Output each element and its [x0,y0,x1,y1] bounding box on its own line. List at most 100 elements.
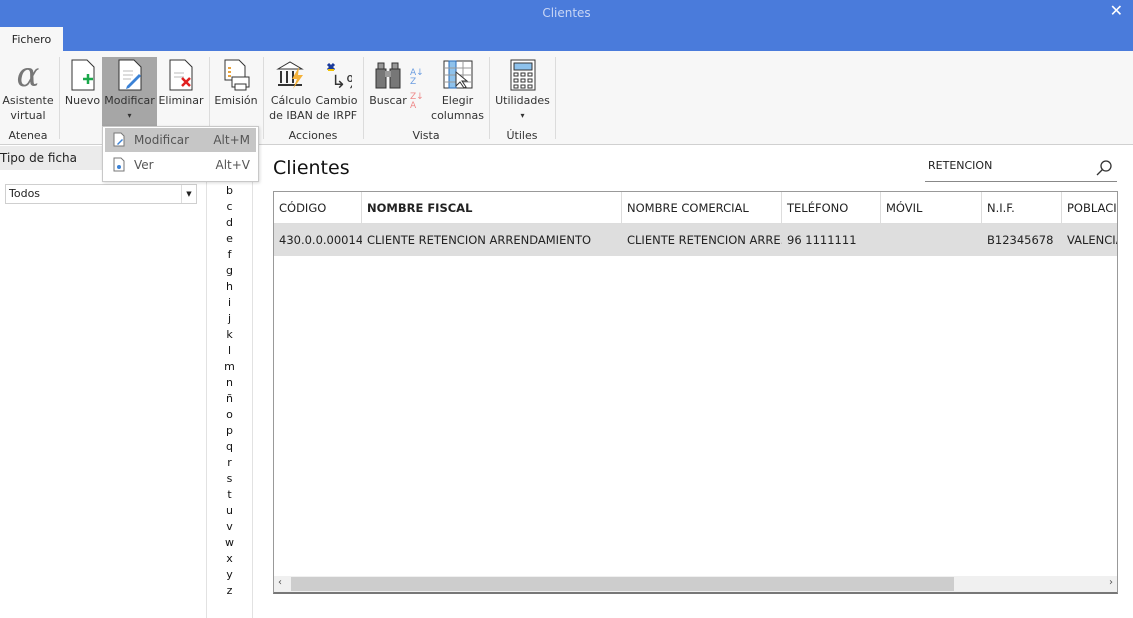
column-header[interactable]: TELÉFONO [782,192,881,224]
label: columnas [431,109,484,122]
letter-x[interactable]: x [207,552,252,565]
search-value: RETENCION [928,159,993,172]
bank-icon [268,57,314,93]
elegir-columnas-button[interactable]: Elegir columnas [430,57,485,126]
letter-f[interactable]: f [207,248,252,261]
column-header[interactable]: MÓVIL [881,192,982,224]
label: Utilidades [495,94,550,107]
letter-q[interactable]: q [207,440,252,453]
calculator-icon [493,57,552,93]
calculo-iban-button[interactable]: Cálculo de IBAN [268,57,314,126]
column-header[interactable]: CÓDIGO [274,192,362,224]
letter-r[interactable]: r [207,456,252,469]
letter-b[interactable]: b [207,184,252,197]
letter-i[interactable]: i [207,296,252,309]
table-row[interactable]: 430.0.0.00014 CLIENTE RETENCION ARRENDAMI… [274,224,1117,256]
new-document-icon [64,57,101,93]
letter-e[interactable]: e [207,232,252,245]
shortcut: Alt+V [215,158,250,172]
letter-p[interactable]: p [207,424,252,437]
label: Cálculo [270,94,312,107]
column-header[interactable]: NOMBRE FISCAL [362,192,622,224]
letter-n[interactable]: n [207,376,252,389]
table-cell: CLIENTE RETENCION ARRENDAMIENTO [367,233,592,247]
column-header[interactable]: N.I.F. [982,192,1062,224]
letter-z[interactable]: z [207,584,252,597]
letter-v[interactable]: v [207,520,252,533]
horizontal-scrollbar[interactable]: ‹ › [274,576,1117,592]
column-header[interactable]: NOMBRE COMERCIAL [622,192,782,224]
columns-icon [430,57,485,93]
column-header[interactable]: POBLACIÓN [1062,192,1117,224]
letter-h[interactable]: h [207,280,252,293]
label: Eliminar [158,94,204,107]
modificar-button[interactable]: Modificar ▾ [102,57,157,126]
table-header: CÓDIGO NOMBRE FISCAL NOMBRE COMERCIAL TELÉF… [274,192,1117,224]
label: Modificar [104,94,155,107]
chevron-down-icon: ▾ [127,111,132,120]
letter-g[interactable]: g [207,264,252,277]
label: Asistente [2,94,54,107]
modificar-dropdown-menu: Modificar Alt+M Ver Alt+V [102,126,259,182]
letter-ñ[interactable]: ñ [207,392,252,405]
scroll-left-icon[interactable]: ‹ [278,577,282,588]
alpha-icon: α [16,54,40,95]
asistente-virtual-button[interactable]: α Asistente virtual [2,57,54,126]
label: Nuevo [64,94,101,107]
page-title: Clientes [273,157,350,179]
emision-button[interactable]: Emisión [212,57,260,126]
letter-y[interactable]: y [207,568,252,581]
menu-item-ver[interactable]: Ver Alt+V [105,153,256,177]
table-cell [881,224,982,256]
letter-u[interactable]: u [207,504,252,517]
label: virtual [10,109,46,122]
sort-descending-icon[interactable]: Z↓ A [410,93,428,111]
group-label-atenea: Atenea [8,129,48,142]
tab-fichero[interactable]: Fichero [0,27,63,51]
binoculars-icon [368,57,408,93]
close-button[interactable]: ✕ [1110,1,1123,20]
letter-m[interactable]: m [207,360,252,373]
label: Cambio [315,94,358,107]
chevron-down-icon: ▼ [181,185,196,203]
letter-j[interactable]: j [207,312,252,325]
letter-t[interactable]: t [207,488,252,501]
label: Elegir [441,94,474,107]
label: de IRPF [315,109,358,122]
letter-w[interactable]: w [207,536,252,549]
svg-text:↳%: ↳% [331,72,352,91]
group-label-utiles: Útiles [506,129,538,142]
table-cell: B12345678 [987,233,1054,247]
cambio-irpf-button[interactable]: ↳% Cambio de IRPF [315,57,358,126]
letter-d[interactable]: d [207,216,252,229]
percent-icon: ↳% [315,57,358,93]
letter-l[interactable]: l [207,344,252,357]
group-label-vista: Vista [412,129,440,142]
label: Modificar [134,133,190,147]
edit-document-icon [102,57,157,93]
search-input[interactable]: RETENCION [925,155,1117,182]
shortcut: Alt+M [213,133,250,147]
table-cell: 96 1111111 [787,233,857,247]
letter-c[interactable]: c [207,200,252,213]
eliminar-button[interactable]: Eliminar [158,57,204,126]
nuevo-button[interactable]: Nuevo [64,57,101,126]
letter-o[interactable]: o [207,408,252,421]
group-label-acciones: Acciones [288,129,338,142]
utilidades-button[interactable]: Utilidades ▾ [493,57,552,126]
delete-document-icon [158,57,204,93]
buscar-button[interactable]: Buscar [368,57,408,126]
letter-k[interactable]: k [207,328,252,341]
tipo-de-ficha-select[interactable]: Todos ▼ [5,184,197,204]
letter-s[interactable]: s [207,472,252,485]
select-value: Todos [9,187,41,200]
view-icon [113,157,125,172]
menu-item-modificar[interactable]: Modificar Alt+M [105,128,256,152]
scroll-right-icon[interactable]: › [1109,577,1113,588]
search-icon[interactable] [1095,159,1113,177]
table-cell: 430.0.0.00014 [279,233,362,247]
alphabet-index: bcdefghijklmnñopqrstuvwxyz [206,170,253,618]
label: Ver [134,158,154,172]
scrollbar-thumb[interactable] [291,577,954,591]
sort-ascending-icon[interactable]: A↓ Z [410,69,428,87]
